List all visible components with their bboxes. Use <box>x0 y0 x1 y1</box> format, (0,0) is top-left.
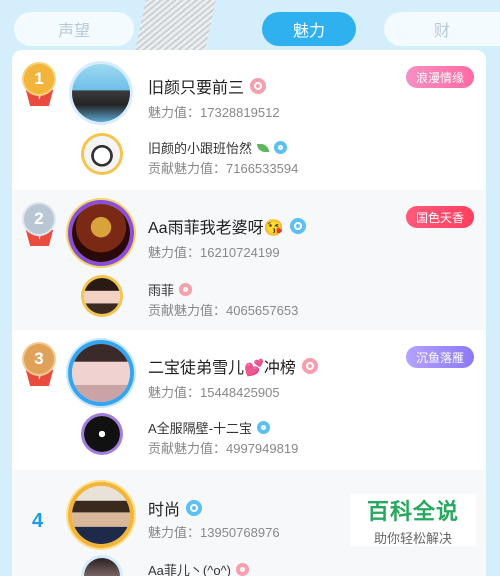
male-icon <box>257 421 271 434</box>
ranking-entry-2[interactable]: 2 Aa雨菲我老婆呀😘 魅力值：16210724199 国色天香 雨菲 贡献魅力… <box>12 190 486 330</box>
contributor-name-text: 旧颜的小跟班怡然 <box>148 141 253 156</box>
contributor-name[interactable]: 旧颜的小跟班怡然 <box>148 138 288 157</box>
user-name-text: 时尚 <box>148 502 181 519</box>
contributor-name-text: A全服隔壁-十二宝 <box>148 421 253 436</box>
contribution-value: 贡献魅力值：4997949819 <box>148 438 298 457</box>
contributor-name-text: 雨菲 <box>148 283 175 298</box>
avatar[interactable] <box>72 344 130 402</box>
contribution-label: 贡献魅力值： <box>148 441 227 456</box>
contributor-avatar[interactable] <box>84 278 120 314</box>
rank-number: 2 <box>24 204 54 234</box>
charm-value: 魅力值：16210724199 <box>148 242 280 261</box>
tab-charm-label: 魅力 <box>292 23 325 40</box>
rank-number: 4 <box>32 510 44 532</box>
watermark: 百科全说 助你轻松解决 <box>350 494 476 546</box>
redaction-scribble <box>134 0 216 55</box>
charm-label: 魅力值： <box>148 525 201 540</box>
charm-label: 魅力值： <box>148 245 201 260</box>
contribution-label: 贡献魅力值： <box>148 303 227 318</box>
tab-charm[interactable]: 魅力 <box>262 12 356 46</box>
charm-number: 17328819512 <box>200 105 280 120</box>
avatar[interactable] <box>72 486 130 544</box>
ranking-tab-bar: 声望 魅力 财 <box>0 0 500 56</box>
user-name[interactable]: 时尚 <box>148 496 203 520</box>
tab-wealth-label: 财 <box>433 23 450 40</box>
user-name[interactable]: 旧颜只要前三 <box>148 74 267 98</box>
rank-number: 1 <box>24 64 54 94</box>
contributor-name[interactable]: 雨菲 <box>148 280 193 299</box>
female-icon <box>236 563 249 576</box>
contributor-name[interactable]: A全服隔壁-十二宝 <box>148 418 271 437</box>
user-name-text: Aa雨菲我老婆呀😘 <box>148 220 284 237</box>
ranking-entry-1[interactable]: 1 旧颜只要前三 魅力值：17328819512 浪漫情缘 旧颜的小跟班怡然 贡… <box>12 50 486 190</box>
leaf-icon <box>257 143 270 152</box>
contribution-value: 贡献魅力值：4065657653 <box>148 300 298 319</box>
user-name[interactable]: 二宝徒弟雪儿💕冲榜 <box>148 354 318 378</box>
female-icon <box>250 78 267 94</box>
gold-medal-icon: 1 <box>22 64 56 110</box>
user-name[interactable]: Aa雨菲我老婆呀😘 <box>148 214 306 238</box>
contributor-avatar[interactable] <box>84 416 120 452</box>
silver-medal-icon: 2 <box>22 204 56 250</box>
charm-number: 15448425905 <box>200 385 280 400</box>
bronze-medal-icon: 3 <box>22 344 56 390</box>
user-name-text: 二宝徒弟雪儿💕冲榜 <box>148 360 296 377</box>
contribution-number: 4065657653 <box>226 303 299 318</box>
charm-value: 魅力值：13950768976 <box>148 522 280 541</box>
contributor-name[interactable]: Aa菲儿丶(^o^) <box>148 560 249 576</box>
charm-value: 魅力值：15448425905 <box>148 382 280 401</box>
tab-prestige-label: 声望 <box>57 23 90 40</box>
charm-label: 魅力值： <box>148 105 201 120</box>
male-icon <box>274 141 288 154</box>
male-icon <box>289 218 306 234</box>
title-badge: 沉鱼落雁 <box>405 346 474 368</box>
avatar[interactable] <box>72 204 130 262</box>
charm-value: 魅力值：17328819512 <box>148 102 280 121</box>
avatar[interactable] <box>72 64 130 122</box>
contribution-number: 7166533594 <box>226 161 299 176</box>
contribution-label: 贡献魅力值： <box>148 161 227 176</box>
female-icon <box>301 358 318 374</box>
male-icon <box>186 500 203 516</box>
charm-number: 16210724199 <box>200 245 280 260</box>
tab-wealth[interactable]: 财 <box>384 12 500 46</box>
charm-number: 13950768976 <box>200 525 280 540</box>
tab-prestige[interactable]: 声望 <box>14 12 134 46</box>
contributor-avatar[interactable] <box>84 136 120 172</box>
charm-label: 魅力值： <box>148 385 201 400</box>
rank-number: 3 <box>24 344 54 374</box>
watermark-title: 百科全说 <box>366 498 459 524</box>
title-badge: 浪漫情缘 <box>405 66 474 88</box>
contribution-number: 4997949819 <box>226 441 299 456</box>
user-name-text: 旧颜只要前三 <box>148 80 245 97</box>
ranking-entry-3[interactable]: 3 二宝徒弟雪儿💕冲榜 魅力值：15448425905 沉鱼落雁 A全服隔壁-十… <box>12 330 486 470</box>
title-badge: 国色天香 <box>405 206 474 228</box>
watermark-subtitle: 助你轻松解决 <box>373 530 452 546</box>
contributor-name-text: Aa菲儿丶(^o^) <box>148 563 231 576</box>
female-icon <box>179 283 193 296</box>
contribution-value: 贡献魅力值：7166533594 <box>148 158 298 177</box>
contributor-avatar[interactable] <box>84 558 120 576</box>
